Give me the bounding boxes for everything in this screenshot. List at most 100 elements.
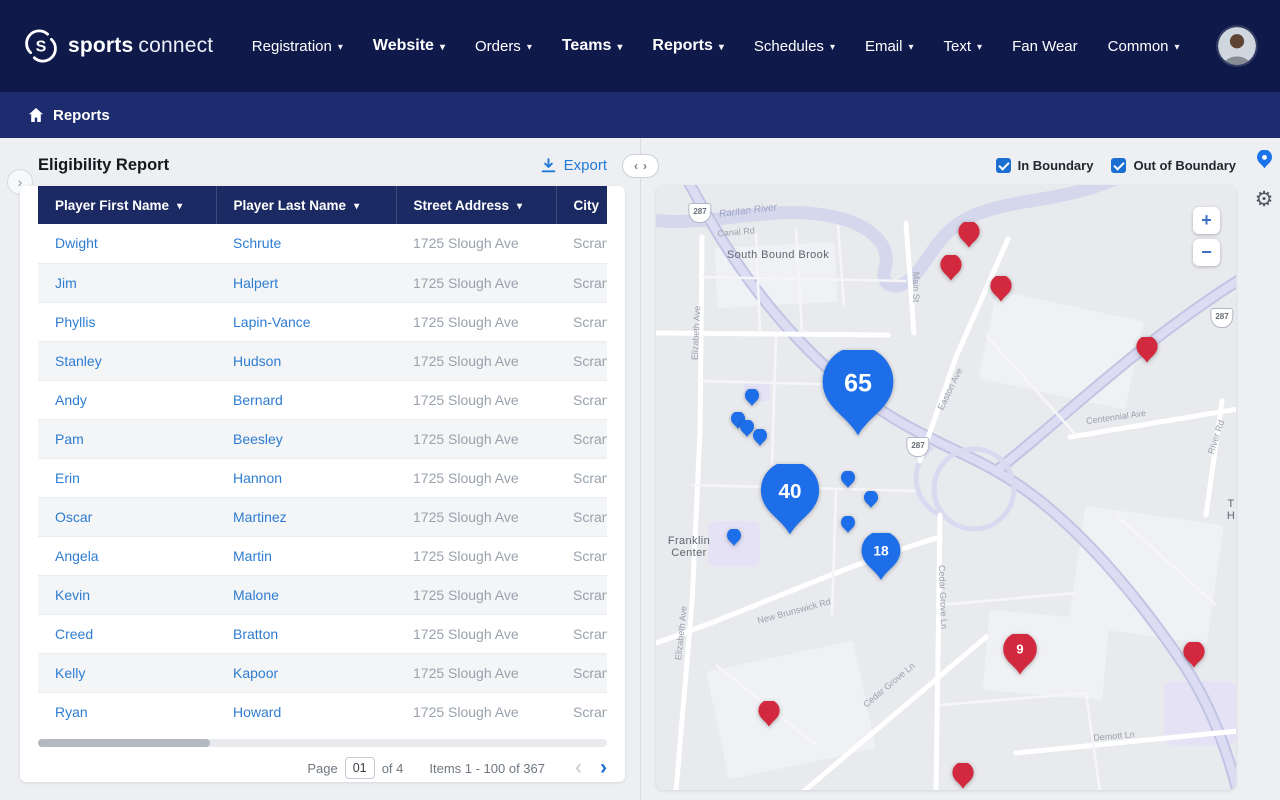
zoom-out-button[interactable]: − (1193, 239, 1220, 266)
filter-out-of-boundary[interactable]: Out of Boundary (1111, 157, 1236, 173)
player-last-name-link[interactable]: Howard (233, 704, 281, 720)
nav-item-label: Orders (474, 37, 521, 55)
player-first-name-link[interactable]: Kevin (55, 587, 90, 603)
player-first-name-link[interactable]: Pam (55, 431, 84, 447)
map-pin-marker-blue[interactable] (744, 388, 760, 406)
map-cluster-marker-18[interactable]: 18 (859, 533, 903, 581)
player-last-name-link[interactable]: Schrute (233, 235, 281, 251)
player-last-name-link[interactable]: Bernard (233, 392, 283, 408)
map-pin-marker-red[interactable] (1182, 642, 1206, 668)
player-last-name-link[interactable]: Hudson (233, 353, 281, 369)
brand-logo[interactable]: S sports connect (24, 29, 213, 63)
caret-down-icon: ▾ (908, 41, 914, 53)
horizontal-scrollbar-track[interactable] (38, 739, 607, 747)
street-address-cell: 1725 Slough Ave (413, 274, 519, 291)
column-label: Player First Name (55, 197, 170, 213)
player-first-name-link[interactable]: Erin (55, 470, 80, 486)
nav-item-teams[interactable]: Teams ▾ (562, 37, 623, 55)
city-cell: Scranton (573, 664, 607, 681)
column-label: City (573, 197, 600, 213)
table-row: Angela Martin 1725 Slough Ave Scranton (38, 536, 607, 576)
player-first-name-link[interactable]: Oscar (55, 509, 92, 525)
pagination: Page of 4 Items 1 - 100 of 367 ‹ › (38, 756, 607, 780)
nav-item-common[interactable]: Common ▾ (1108, 38, 1180, 55)
table-row: Erin Hannon 1725 Slough Ave Scranton (38, 458, 607, 498)
brand-name: sports connect (68, 34, 213, 58)
player-last-name-link[interactable]: Malone (233, 587, 279, 603)
map-pin-marker-blue[interactable] (863, 490, 879, 508)
nav-item-text[interactable]: Text ▾ (944, 38, 983, 55)
map-cluster-marker-40[interactable]: 40 (757, 463, 823, 536)
map-pin-marker-blue[interactable] (726, 528, 742, 546)
player-first-name-link[interactable]: Angela (55, 548, 99, 564)
map-pin-marker-red[interactable] (1135, 337, 1159, 363)
table-row: Creed Bratton 1725 Slough Ave Scranton (38, 614, 607, 654)
map-pin-tool-button[interactable] (1256, 149, 1273, 173)
home-icon[interactable] (28, 107, 44, 123)
map-panel[interactable]: Raritan River Canal Rd South Bound Brook 28… (656, 185, 1236, 790)
player-last-name-link[interactable]: Bratton (233, 626, 278, 642)
panel-resize-toggle[interactable]: ‹ › (622, 154, 659, 178)
page: S sports connect Registration ▾ Website ▾ Ord… (0, 0, 1280, 800)
map-pin-marker-red[interactable] (951, 763, 975, 789)
column-header-street-address[interactable]: Street Address ▾ (396, 186, 557, 224)
map-pin-marker-red[interactable] (757, 701, 781, 727)
prev-page-button[interactable]: ‹ (575, 757, 582, 778)
nav-item-registration[interactable]: Registration ▾ (252, 38, 343, 55)
city-cell: Scranton (573, 547, 607, 564)
next-page-button[interactable]: › (600, 757, 607, 778)
player-last-name-link[interactable]: Halpert (233, 275, 278, 291)
player-first-name-link[interactable]: Dwight (55, 235, 98, 251)
player-last-name-link[interactable]: Martinez (233, 509, 287, 525)
column-header-city[interactable]: City▾ (556, 186, 607, 224)
player-first-name-link[interactable]: Jim (55, 275, 77, 291)
export-label: Export (563, 156, 607, 174)
map-pin-marker-blue[interactable] (752, 428, 768, 446)
player-last-name-link[interactable]: Hannon (233, 470, 282, 486)
settings-button[interactable]: ⚙ (1255, 189, 1274, 210)
caret-down-icon: ▾ (977, 41, 983, 53)
map-pin-marker-blue[interactable] (840, 515, 856, 533)
map-cluster-marker-65[interactable]: 65 (818, 350, 898, 437)
map-pin-marker-red[interactable] (989, 276, 1013, 302)
nav-item-reports[interactable]: Reports ▾ (652, 37, 723, 55)
filter-in-boundary[interactable]: In Boundary (995, 157, 1093, 173)
export-button[interactable]: Export (540, 157, 607, 174)
caret-down-icon: ▾ (617, 41, 623, 53)
player-first-name-link[interactable]: Ryan (55, 704, 88, 720)
zoom-in-button[interactable]: + (1193, 207, 1220, 234)
player-last-name-link[interactable]: Martin (233, 548, 272, 564)
nav-item-fan-wear[interactable]: Fan Wear (1012, 38, 1078, 55)
player-first-name-link[interactable]: Phyllis (55, 314, 95, 330)
city-cell: Scranton (573, 430, 607, 447)
player-first-name-link[interactable]: Creed (55, 626, 93, 642)
map-pin-marker-red[interactable] (957, 222, 981, 248)
player-first-name-link[interactable]: Andy (55, 392, 87, 408)
player-last-name-link[interactable]: Beesley (233, 431, 283, 447)
nav-item-email[interactable]: Email ▾ (865, 38, 914, 55)
player-last-name-link[interactable]: Lapin-Vance (233, 314, 311, 330)
nav-item-schedules[interactable]: Schedules ▾ (754, 38, 835, 55)
sort-caret-icon: ▾ (177, 200, 183, 212)
street-address-cell: 1725 Slough Ave (413, 313, 519, 330)
svg-text:18: 18 (873, 544, 889, 559)
nav-item-orders[interactable]: Orders ▾ (475, 38, 532, 55)
caret-down-icon: ▾ (526, 41, 532, 53)
map-cluster-marker-9[interactable]: 9 (1001, 633, 1039, 675)
column-header-player-first-name[interactable]: Player First Name ▾ (38, 186, 217, 224)
filter-label: Out of Boundary (1133, 157, 1236, 173)
nav-item-website[interactable]: Website ▾ (373, 37, 445, 55)
player-first-name-link[interactable]: Stanley (55, 353, 102, 369)
sort-caret-icon: ▾ (517, 200, 523, 212)
user-avatar[interactable] (1218, 27, 1256, 65)
map-pin-marker-red[interactable] (939, 255, 963, 281)
player-last-name-link[interactable]: Kapoor (233, 665, 278, 681)
page-label: Page (307, 760, 338, 776)
map-zoom-controls: + − (1193, 207, 1220, 266)
player-first-name-link[interactable]: Kelly (55, 665, 85, 681)
horizontal-scrollbar-thumb[interactable] (38, 739, 210, 747)
map-pin-marker-blue[interactable] (840, 470, 856, 488)
caret-down-icon: ▾ (337, 41, 343, 53)
column-header-player-last-name[interactable]: Player Last Name ▾ (216, 186, 397, 224)
page-number-input[interactable] (344, 757, 375, 779)
